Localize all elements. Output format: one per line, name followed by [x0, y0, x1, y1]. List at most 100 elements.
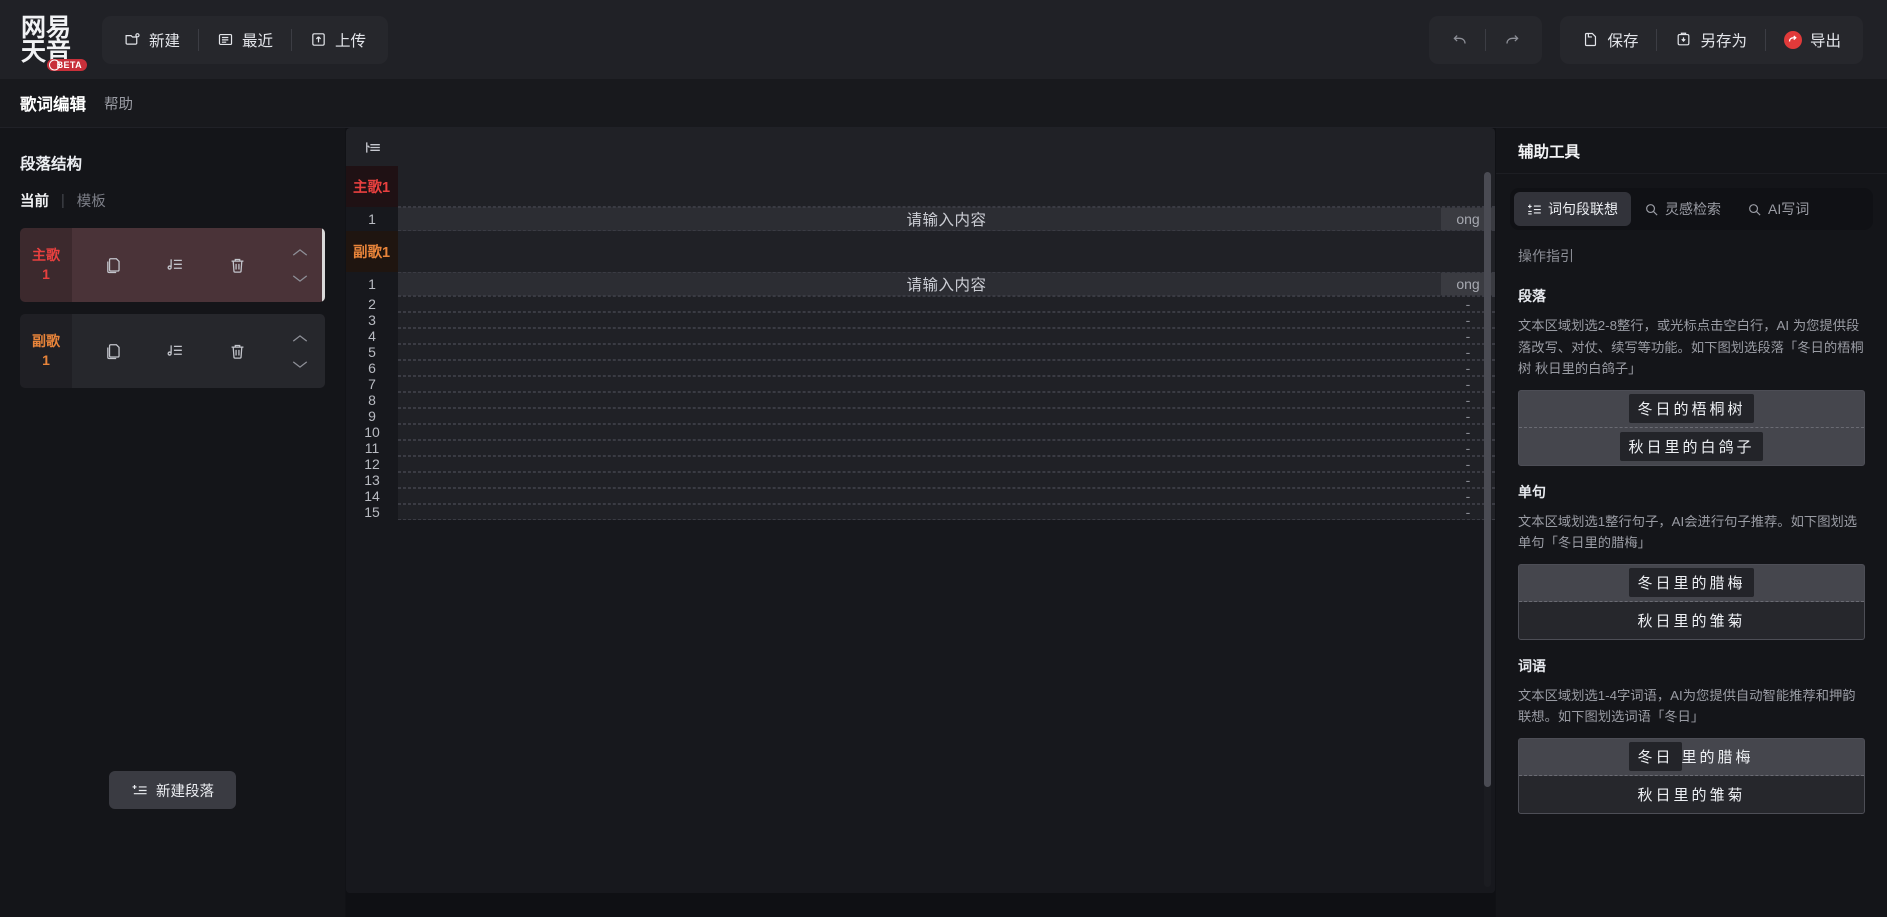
lyric-input[interactable]: 请输入内容 ong [398, 272, 1495, 296]
new-section-button[interactable]: 新建段落 [109, 771, 236, 809]
section-active-cursor [322, 228, 325, 302]
save-as-button[interactable]: 另存为 [1657, 20, 1765, 60]
line-number: 13 [346, 472, 398, 488]
editor-row[interactable]: 9- [346, 408, 1495, 424]
assistant-tabs: 词句段联想 灵感检索 AI写词 [1510, 188, 1873, 230]
export-button[interactable]: 导出 [1766, 20, 1859, 60]
lyric-input[interactable]: - [398, 504, 1495, 520]
editor-row[interactable]: 14- [346, 488, 1495, 504]
editor-row[interactable]: 2- [346, 296, 1495, 312]
tab-association[interactable]: 词句段联想 [1514, 192, 1631, 226]
editor-row[interactable]: 15- [346, 504, 1495, 520]
lyric-input[interactable]: - [398, 360, 1495, 376]
lyric-input[interactable]: - [398, 440, 1495, 456]
copy-icon[interactable] [96, 248, 130, 282]
delete-icon[interactable] [220, 248, 254, 282]
line-number: 9 [346, 408, 398, 424]
lyric-input[interactable]: - [398, 296, 1495, 312]
lyric-input[interactable]: - [398, 344, 1495, 360]
line-number: 1 [346, 272, 398, 296]
chevron-up-icon[interactable] [288, 330, 312, 346]
lyric-input[interactable]: - [398, 392, 1495, 408]
demo-line-text: 秋日里的雏菊 [1637, 786, 1746, 804]
editor-lines: 主歌1 1 请输入内容 ong 副歌1 1 请输入内容 ong 2 - 3 - … [346, 166, 1495, 893]
lyric-note-icon[interactable] [158, 334, 192, 368]
editor-row[interactable]: 3- [346, 312, 1495, 328]
new-file-icon [124, 31, 141, 48]
guide-group-desc: 文本区域划选1-4字词语，AI为您提供自动智能推荐和押韵联想。如下图划选词语「冬… [1518, 687, 1856, 725]
demo-word-selected: 冬日 [1629, 742, 1682, 772]
section-list: 主歌 1 副歌 1 [20, 228, 325, 388]
beta-badge: BETA [46, 58, 87, 71]
guide-demo-sentence: 冬日里的腊梅 秋日里的雏菊 [1518, 563, 1865, 640]
assistant-panel-title: 辅助工具 [1496, 128, 1887, 174]
lyric-input[interactable]: - [398, 312, 1495, 328]
app-logo[interactable]: 网易 天音 BETA [0, 0, 92, 79]
tab-template[interactable]: 模板 [77, 190, 106, 211]
demo-line: 冬日里的腊梅 [1519, 565, 1864, 602]
editor-surface: 主歌1 1 请输入内容 ong 副歌1 1 请输入内容 ong 2 - 3 - … [346, 128, 1495, 893]
editor-row[interactable]: 4- [346, 328, 1495, 344]
editor-row[interactable]: 7- [346, 376, 1495, 392]
lyric-input[interactable]: - [398, 376, 1495, 392]
save-button-label: 保存 [1607, 32, 1639, 50]
lyric-input[interactable]: - [398, 456, 1495, 472]
section-row-verse-1[interactable]: 主歌 1 [20, 228, 325, 302]
help-link[interactable]: 帮助 [98, 93, 139, 114]
block-label-chorus-1: 副歌1 [346, 231, 398, 272]
editor-row[interactable]: 1 请输入内容 ong [346, 272, 1495, 296]
editor-row[interactable]: 10- [346, 424, 1495, 440]
lyric-input[interactable]: - [398, 424, 1495, 440]
guide-demo-paragraph: 冬日的梧桐树 秋日里的白鸽子 [1518, 389, 1865, 466]
lyric-input[interactable]: - [398, 408, 1495, 424]
tab-association-label: 词句段联想 [1548, 201, 1618, 217]
tab-inspiration-label: 灵感检索 [1665, 201, 1721, 217]
chevron-down-icon[interactable] [288, 356, 312, 372]
line-number: 2 [346, 296, 398, 312]
lyric-input[interactable]: - [398, 472, 1495, 488]
block-label-verse-1: 主歌1 [346, 166, 398, 207]
tab-ai-writer[interactable]: AI写词 [1734, 192, 1822, 226]
add-section-icon [131, 782, 148, 799]
editor-row[interactable]: 8- [346, 392, 1495, 408]
demo-line-text: 冬日里的腊梅 [1629, 568, 1754, 598]
section-row-chorus-1[interactable]: 副歌 1 [20, 314, 325, 388]
tab-inspiration-search[interactable]: 灵感检索 [1631, 192, 1734, 226]
delete-icon[interactable] [220, 334, 254, 368]
editor-row[interactable]: 12- [346, 456, 1495, 472]
lyric-input[interactable]: 请输入内容 ong [398, 207, 1495, 231]
tab-current[interactable]: 当前 [20, 190, 49, 211]
guide-group-word: 词语 文本区域划选1-4字词语，AI为您提供自动智能推荐和押韵联想。如下图划选词… [1518, 656, 1865, 814]
undo-icon [1450, 30, 1469, 49]
tab-divider: | [61, 192, 65, 209]
lyric-note-icon[interactable] [158, 248, 192, 282]
editor-row[interactable]: 5- [346, 344, 1495, 360]
chevron-up-icon[interactable] [288, 244, 312, 260]
assistant-guide: 操作指引 段落 文本区域划选2-8整行，或光标点击空白行，AI 为您提供段落改写… [1496, 230, 1887, 830]
editor-row[interactable]: 13- [346, 472, 1495, 488]
indent-list-icon[interactable] [358, 134, 388, 160]
editor-row[interactable]: 11- [346, 440, 1495, 456]
save-button[interactable]: 保存 [1564, 20, 1656, 60]
demo-line: 冬日里的腊梅 [1519, 739, 1864, 776]
new-button[interactable]: 新建 [106, 20, 198, 60]
chevron-down-icon[interactable] [288, 270, 312, 286]
line-number: 12 [346, 456, 398, 472]
upload-button[interactable]: 上传 [292, 20, 384, 60]
lyric-input[interactable]: - [398, 488, 1495, 504]
recent-button[interactable]: 最近 [199, 20, 291, 60]
editor-toolbar [346, 128, 1495, 166]
demo-line-text: 秋日里的白鸽子 [1620, 431, 1763, 461]
lyric-input[interactable]: - [398, 328, 1495, 344]
editor-row[interactable]: 6- [346, 360, 1495, 376]
assistant-tabs-wrap: 词句段联想 灵感检索 AI写词 [1496, 174, 1887, 230]
copy-icon[interactable] [96, 334, 130, 368]
guide-title: 操作指引 [1518, 248, 1574, 264]
scrollbar-thumb[interactable] [1484, 172, 1491, 787]
line-number: 10 [346, 424, 398, 440]
editor-row[interactable]: 1 请输入内容 ong [346, 207, 1495, 231]
line-number: 5 [346, 344, 398, 360]
redo-button[interactable] [1486, 20, 1538, 60]
undo-button[interactable] [1433, 20, 1485, 60]
editor-scrollbar[interactable] [1484, 172, 1491, 887]
